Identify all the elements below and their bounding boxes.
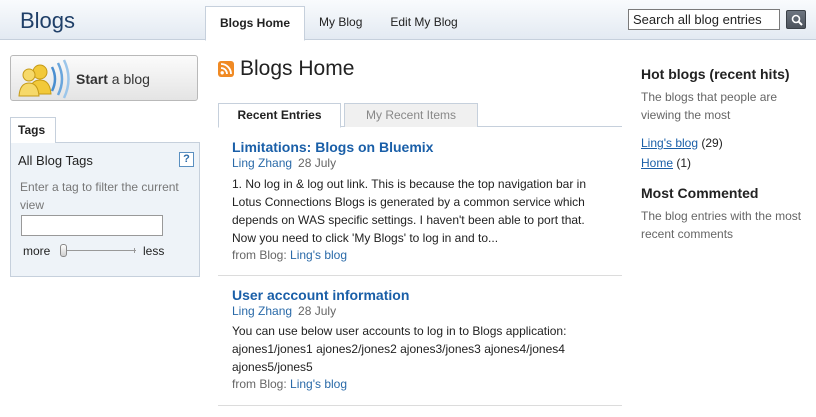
search-button[interactable]: [786, 10, 806, 29]
people-broadcast-icon: [18, 59, 70, 99]
list-item: Ling's blog (29): [641, 133, 723, 153]
entry-meta: Ling Zhang 28 July: [232, 304, 336, 318]
tab-edit-my-blog[interactable]: Edit My Blog: [376, 6, 471, 40]
entry-blog-link[interactable]: Ling's blog: [290, 248, 347, 262]
magnifier-icon: [791, 14, 803, 26]
start-blog-button[interactable]: Start a blog: [10, 55, 198, 101]
entry-source-label: from Blog:: [232, 248, 287, 262]
tab-blogs-home[interactable]: Blogs Home: [205, 6, 306, 41]
hot-blogs-heading: Hot blogs (recent hits): [641, 66, 790, 82]
tags-heading: All Blog Tags: [18, 153, 93, 168]
entry-title-link[interactable]: Limitations: Blogs on Bluemix: [232, 139, 433, 155]
top-banner: Blogs Blogs Home My Blog Edit My Blog: [0, 0, 816, 41]
tab-recent-entries[interactable]: Recent Entries: [218, 103, 341, 128]
tab-tags[interactable]: Tags: [10, 117, 56, 143]
start-blog-label: Start a blog: [76, 71, 150, 87]
search-area: [628, 9, 806, 30]
rss-feed-icon[interactable]: [218, 61, 234, 77]
tag-filter-hint: Enter a tag to filter the current view: [20, 180, 179, 212]
page-title: Blogs Home: [240, 57, 355, 80]
help-icon[interactable]: ?: [179, 152, 194, 167]
entry-excerpt: 1. No log in & log out link. This is bec…: [232, 177, 586, 245]
slider-more-label: more: [23, 244, 51, 258]
entry-blog-link[interactable]: Ling's blog: [290, 377, 347, 391]
entry-author-link[interactable]: Ling Zhang: [232, 156, 292, 170]
most-commented-heading: Most Commented: [641, 185, 759, 201]
most-commented-description: The blog entries with the most recent co…: [641, 209, 802, 241]
entry-excerpt: You can use below user accounts to log i…: [232, 324, 567, 374]
entry-date: 28 July: [298, 156, 337, 170]
slider-end-tick: [134, 248, 137, 253]
slider-handle[interactable]: [60, 244, 67, 257]
blog-entry: Limitations: Blogs on Bluemix Ling Zhang…: [218, 128, 622, 276]
tag-cloud-slider[interactable]: [61, 250, 136, 251]
hit-count: (1): [676, 156, 692, 170]
entry-meta: Ling Zhang 28 July: [232, 156, 336, 170]
tab-my-blog[interactable]: My Blog: [305, 6, 376, 40]
hot-blogs-list: Ling's blog (29) Home (1): [641, 133, 723, 173]
entry-date: 28 July: [298, 304, 337, 318]
entry-source: from Blog: Ling's blog: [232, 377, 347, 391]
tab-my-recent-items[interactable]: My Recent Items: [344, 103, 478, 127]
entry-source: from Blog: Ling's blog: [232, 248, 347, 262]
entry-title-link[interactable]: User acccount information: [232, 287, 409, 303]
hot-blog-link[interactable]: Ling's blog: [641, 136, 698, 150]
slider-less-label: less: [143, 244, 165, 258]
entry-source-label: from Blog:: [232, 377, 287, 391]
tag-filter-input[interactable]: [21, 215, 163, 236]
search-input[interactable]: [628, 9, 780, 30]
hot-blogs-description: The blogs that people are viewing the mo…: [641, 90, 778, 122]
hot-blog-link[interactable]: Home: [641, 156, 673, 170]
nav-tabs: Blogs Home My Blog Edit My Blog: [205, 6, 472, 41]
app-title: Blogs: [20, 8, 76, 33]
blog-entry: User acccount information Ling Zhang 28 J…: [218, 277, 622, 406]
entry-author-link[interactable]: Ling Zhang: [232, 304, 292, 318]
hit-count: (29): [701, 136, 723, 150]
content-tabs: Recent Entries My Recent Items: [218, 103, 622, 128]
list-item: Home (1): [641, 153, 723, 173]
tags-panel: All Blog Tags ? Enter a tag to filter th…: [10, 142, 200, 277]
